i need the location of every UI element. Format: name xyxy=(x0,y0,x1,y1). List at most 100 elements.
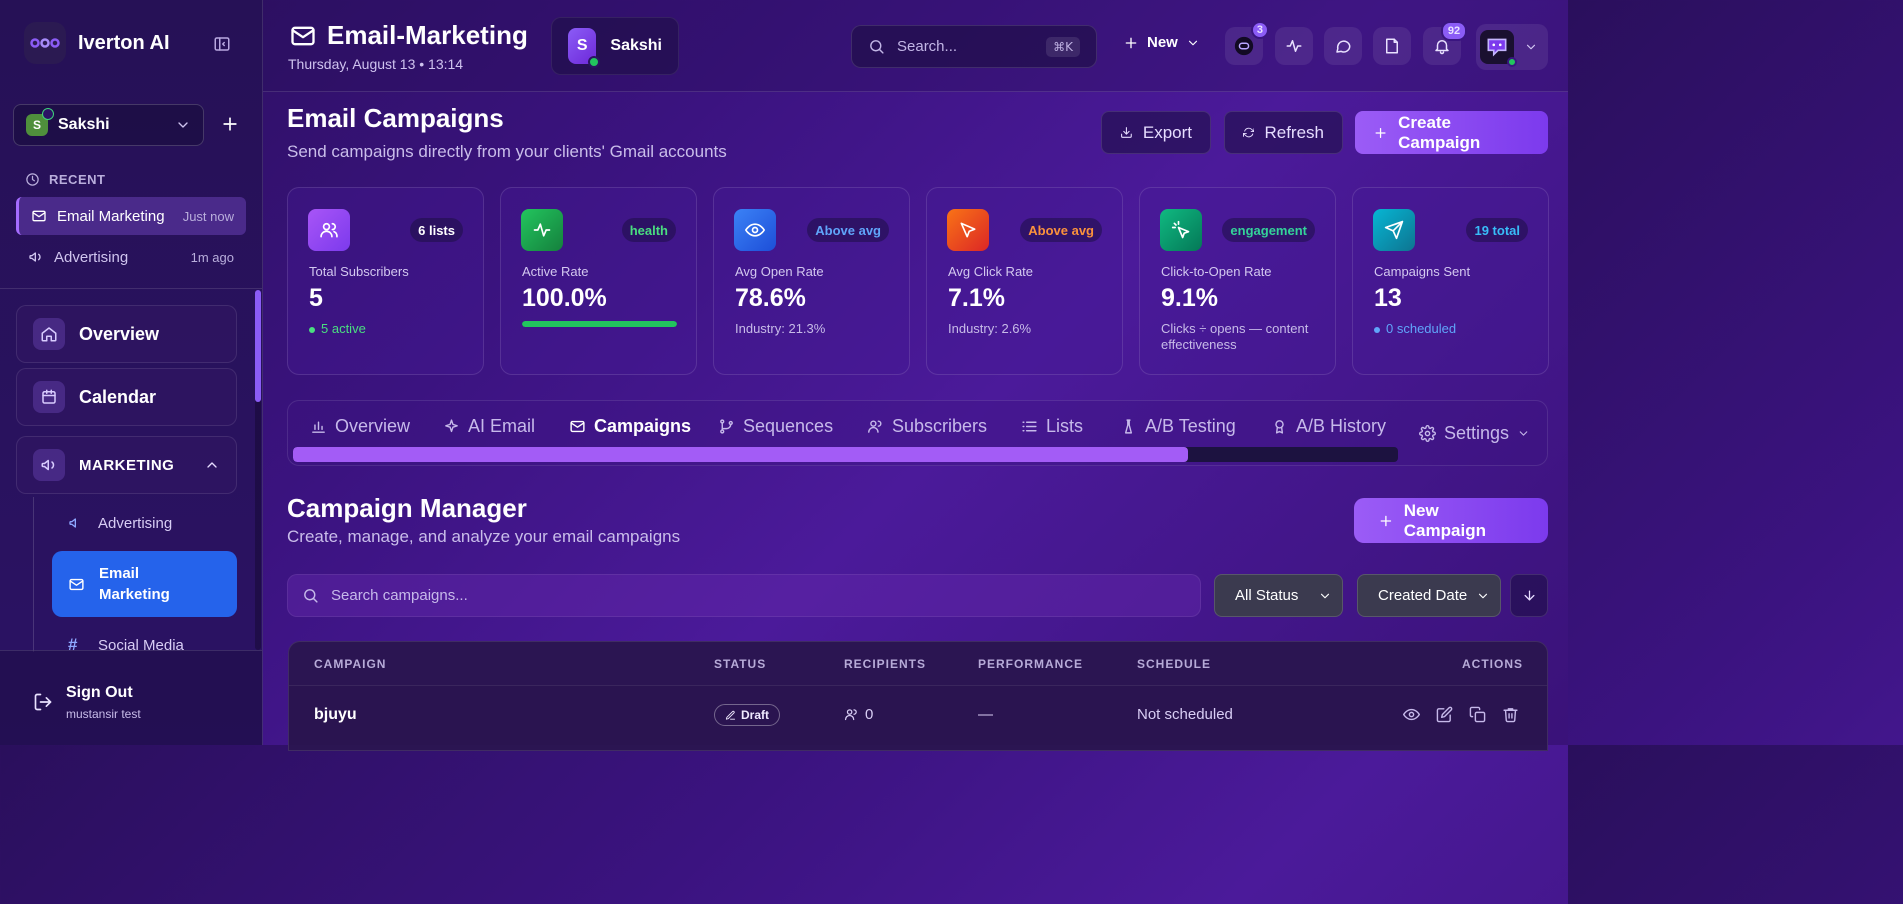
megaphone-icon xyxy=(33,449,65,481)
stat-badge: engagement xyxy=(1222,218,1315,242)
nav-label: Calendar xyxy=(79,386,157,407)
tab-label: Settings xyxy=(1444,423,1510,443)
stat-total-subscribers: 6 lists Total Subscribers 5 5 active xyxy=(287,187,484,375)
nav-overview[interactable]: Overview xyxy=(16,305,237,363)
column-header-status: STATUS xyxy=(714,657,767,671)
activity-button[interactable] xyxy=(1275,27,1313,65)
add-workspace-button[interactable] xyxy=(220,114,240,134)
status-filter-select[interactable]: All Status xyxy=(1214,574,1343,617)
stat-note: Industry: 21.3% xyxy=(735,321,826,336)
tab-ab-testing[interactable]: A/B Testing xyxy=(1120,416,1236,437)
table-row[interactable]: bjuyu Draft 0 — Not scheduled xyxy=(289,685,1547,745)
section-subtitle: Send campaigns directly from your client… xyxy=(287,142,727,161)
delete-campaign-button[interactable] xyxy=(1502,706,1519,723)
edit-campaign-button[interactable] xyxy=(1436,706,1453,723)
git-branch-icon xyxy=(720,419,733,434)
brand[interactable]: Iverton AI xyxy=(24,22,170,64)
notes-button[interactable] xyxy=(1373,27,1411,65)
schedule-cell: Not scheduled xyxy=(1137,706,1233,723)
view-campaign-button[interactable] xyxy=(1403,706,1420,723)
workspace-select[interactable]: S Sakshi xyxy=(13,104,204,146)
stat-badge: Above avg xyxy=(807,218,889,242)
notifications-button[interactable]: 92 xyxy=(1423,21,1467,65)
page-title-text: Email-Marketing xyxy=(327,20,528,50)
sidebar-scrollbar-thumb[interactable] xyxy=(255,290,261,402)
stat-campaigns-sent: 19 total Campaigns Sent 13 0 scheduled xyxy=(1352,187,1549,375)
campaign-name[interactable]: bjuyu xyxy=(314,706,357,724)
sort-direction-button[interactable] xyxy=(1510,574,1548,617)
client-user-chip[interactable]: S Sakshi xyxy=(551,17,679,75)
new-button[interactable]: New xyxy=(1123,34,1200,51)
recent-item-email-marketing[interactable]: Email Marketing Just now xyxy=(16,197,246,235)
users-icon xyxy=(844,709,857,721)
plus-icon xyxy=(223,117,237,131)
tabs-scrollbar[interactable] xyxy=(293,447,1398,462)
eye-icon xyxy=(734,209,776,251)
sparkles-icon xyxy=(445,419,458,433)
export-button[interactable]: Export xyxy=(1101,111,1211,154)
users-icon xyxy=(308,209,350,251)
recent-item-time: 1m ago xyxy=(190,249,234,265)
stat-note: 0 scheduled xyxy=(1374,321,1534,337)
trash-icon xyxy=(1503,708,1518,723)
tab-overview[interactable]: Overview xyxy=(310,416,410,437)
ai-assistant-button[interactable]: 3 xyxy=(1225,21,1269,65)
calendar-icon xyxy=(33,381,65,413)
tab-lists[interactable]: Lists xyxy=(1021,416,1083,437)
tab-label: Sequences xyxy=(743,416,834,436)
sub-item-email-marketing[interactable]: Email Marketing xyxy=(52,551,237,617)
stat-avg-open-rate: Above avg Avg Open Rate 78.6% Industry: … xyxy=(713,187,910,375)
global-search-input[interactable]: Search... ⌘K xyxy=(851,25,1097,68)
tab-ai-email[interactable]: AI Email xyxy=(443,416,535,437)
stat-badge: 6 lists xyxy=(410,218,463,242)
duplicate-campaign-button[interactable] xyxy=(1469,706,1486,723)
new-campaign-button[interactable]: New Campaign xyxy=(1354,498,1548,543)
stat-click-to-open-rate: engagement Click-to-Open Rate 9.1% Click… xyxy=(1139,187,1336,375)
campaign-tabs: Overview AI Email Campaigns Sequences Su… xyxy=(287,400,1548,466)
stat-label: Avg Open Rate xyxy=(735,264,824,279)
chat-button[interactable] xyxy=(1324,27,1362,65)
campaign-search-input[interactable]: Search campaigns... xyxy=(287,574,1201,617)
create-campaign-button[interactable]: Create Campaign xyxy=(1355,111,1548,154)
sidebar: Iverton AI S Sakshi RECENT Email Marketi… xyxy=(0,0,263,745)
chevron-down-icon xyxy=(1526,44,1536,50)
sign-out-button[interactable]: Sign Out mustansir test xyxy=(0,650,262,745)
status-text: Draft xyxy=(741,708,770,722)
tab-sequences[interactable]: Sequences xyxy=(718,416,833,437)
plus-icon xyxy=(1375,127,1386,138)
sort-by-value: Created Date xyxy=(1378,587,1468,604)
top-header: Email-Marketing Thursday, August 13 • 13… xyxy=(263,0,1568,92)
bar-chart-icon xyxy=(312,421,325,433)
recent-label: RECENT xyxy=(25,172,105,187)
chevron-down-icon xyxy=(1519,431,1528,436)
recent-item-advertising[interactable]: Advertising 1m ago xyxy=(16,238,246,276)
gear-icon xyxy=(1419,425,1436,442)
plus-icon xyxy=(1125,37,1137,48)
nav-marketing-group[interactable]: MARKETING xyxy=(16,436,237,494)
tab-subscribers[interactable]: Subscribers xyxy=(867,416,987,437)
tab-label: Overview xyxy=(335,416,411,436)
tab-campaigns[interactable]: Campaigns xyxy=(569,416,691,437)
sub-item-label: Email Marketing xyxy=(99,565,170,603)
megaphone-icon xyxy=(69,518,76,528)
profile-menu-button[interactable] xyxy=(1476,24,1548,70)
column-header-recipients: RECIPIENTS xyxy=(844,657,927,671)
chat-bubble-icon xyxy=(1336,40,1351,53)
client-name: Sakshi xyxy=(610,37,662,54)
sort-by-select[interactable]: Created Date xyxy=(1357,574,1501,617)
collapse-sidebar-icon[interactable] xyxy=(213,35,231,53)
recent-item-time: Just now xyxy=(182,208,234,224)
stat-badge: Above avg xyxy=(1020,218,1102,242)
nav-calendar[interactable]: Calendar xyxy=(16,368,237,426)
notifications-badge: 92 xyxy=(1441,21,1467,41)
verified-check-icon xyxy=(42,108,54,120)
tab-ab-history[interactable]: A/B History xyxy=(1271,416,1386,437)
brand-name: Iverton AI xyxy=(78,31,170,54)
refresh-button[interactable]: Refresh xyxy=(1224,111,1343,154)
online-indicator xyxy=(588,56,601,68)
campaigns-table: CAMPAIGN STATUS RECIPIENTS PERFORMANCE S… xyxy=(288,641,1548,751)
edit-icon xyxy=(725,710,736,720)
sub-item-advertising[interactable]: Advertising xyxy=(52,513,237,533)
tabs-scrollbar-thumb[interactable] xyxy=(293,447,1189,462)
tab-settings[interactable]: Settings xyxy=(1419,423,1530,444)
